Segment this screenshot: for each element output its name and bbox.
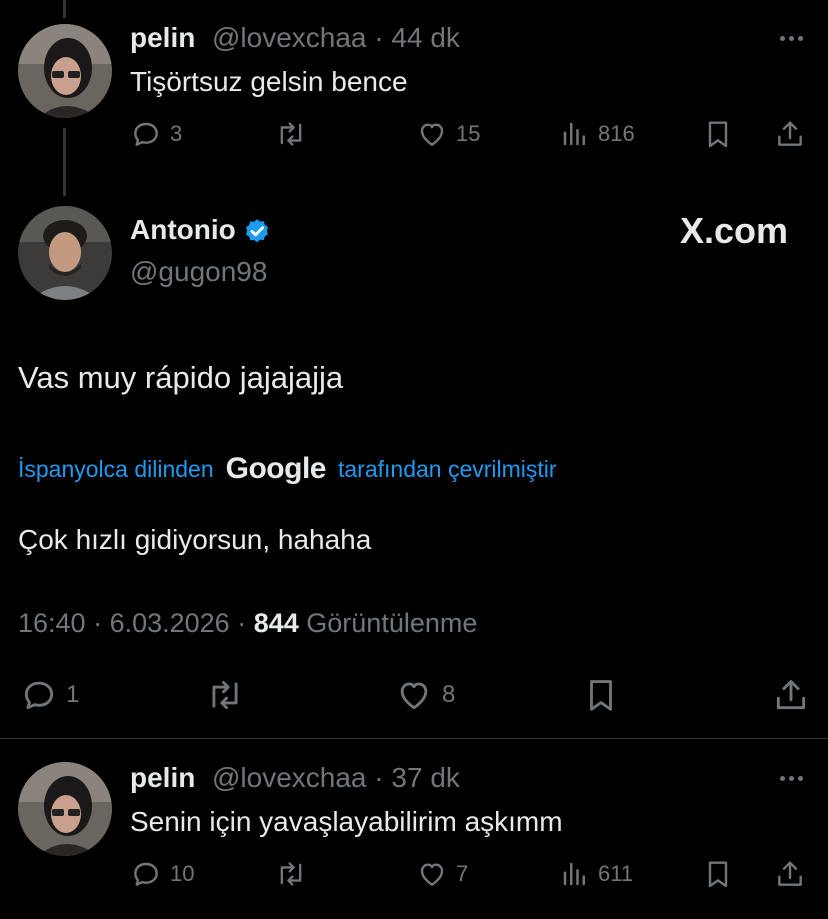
bookmark-button[interactable] bbox=[702, 118, 734, 150]
view-count: 611 bbox=[598, 861, 634, 886]
like-count: 7 bbox=[456, 861, 469, 886]
author-name-row: Antonio bbox=[130, 214, 272, 247]
tweet-text: Vas muy rápido jajajajja bbox=[18, 360, 344, 395]
tweet-text: Tişörtsuz gelsin bence bbox=[130, 66, 408, 97]
author-name[interactable]: pelin bbox=[130, 762, 195, 794]
author-handle[interactable]: @lovexchaa bbox=[212, 22, 367, 53]
bookmark-icon bbox=[708, 861, 728, 888]
heart-icon bbox=[420, 123, 444, 146]
views-icon bbox=[563, 862, 585, 886]
avatar[interactable] bbox=[18, 762, 112, 856]
heart-icon bbox=[400, 682, 428, 710]
tweet-text: Senin için yavaşlayabilirim aşkımm bbox=[130, 806, 563, 837]
google-logo: Google bbox=[225, 452, 327, 485]
bookmark-button[interactable] bbox=[702, 858, 734, 890]
author-handle[interactable]: @gugon98 bbox=[130, 256, 267, 288]
reply-button[interactable]: 1 bbox=[20, 676, 79, 714]
meta-separator: · bbox=[366, 762, 392, 793]
more-icon[interactable] bbox=[774, 772, 808, 784]
bookmark-icon bbox=[708, 121, 728, 148]
translated-text: Çok hızlı gidiyorsun, hahaha bbox=[18, 524, 372, 555]
like-button[interactable]: 8 bbox=[394, 676, 455, 714]
tweet-meta: @lovexchaa · 37 dk bbox=[212, 762, 460, 794]
views-icon bbox=[563, 122, 585, 146]
views-button[interactable]: 611 bbox=[560, 858, 633, 890]
views-label: Görüntülenme bbox=[306, 608, 478, 638]
bookmark-button[interactable] bbox=[582, 676, 620, 714]
author-name[interactable]: pelin bbox=[130, 22, 195, 54]
share-button[interactable] bbox=[774, 858, 806, 890]
retweet-icon bbox=[212, 680, 238, 710]
reply-count: 3 bbox=[170, 121, 183, 146]
reply-icon bbox=[24, 681, 54, 710]
retweet-icon bbox=[280, 862, 302, 886]
retweet-button[interactable] bbox=[274, 118, 308, 150]
translation-attribution[interactable]: İspanyolca dilinden Google tarafından çe… bbox=[18, 452, 557, 486]
view-count: 816 bbox=[598, 121, 635, 146]
thread-line-bottom bbox=[63, 128, 66, 196]
reply-count: 10 bbox=[170, 861, 195, 886]
meta-separator: · bbox=[366, 22, 392, 53]
share-icon bbox=[778, 861, 802, 886]
share-icon bbox=[776, 680, 806, 710]
avatar[interactable] bbox=[18, 206, 112, 300]
tweet-time[interactable]: 16:40 bbox=[18, 608, 86, 638]
verified-badge-icon[interactable] bbox=[242, 217, 272, 247]
bookmark-icon bbox=[590, 680, 612, 711]
retweet-icon bbox=[280, 122, 302, 146]
tweet-time[interactable]: 37 dk bbox=[391, 762, 460, 793]
tweet-timestamp: 16:40 · 6.03.2026 · 844 Görüntülenme bbox=[18, 608, 477, 639]
retweet-button[interactable] bbox=[274, 858, 308, 890]
share-button[interactable] bbox=[772, 676, 810, 714]
share-button[interactable] bbox=[774, 118, 806, 150]
reply-count: 1 bbox=[66, 681, 80, 708]
like-button[interactable]: 7 bbox=[416, 858, 468, 890]
x-com-watermark: X.com bbox=[679, 210, 788, 251]
heart-icon bbox=[420, 863, 444, 886]
like-button[interactable]: 15 bbox=[416, 118, 480, 150]
views-count: 844 bbox=[253, 608, 299, 638]
tweet-time[interactable]: 44 dk bbox=[391, 22, 460, 53]
tweet-meta: @lovexchaa · 44 dk bbox=[212, 22, 460, 54]
like-count: 15 bbox=[456, 121, 481, 146]
reply-button[interactable]: 10 bbox=[130, 858, 194, 890]
more-icon[interactable] bbox=[774, 32, 808, 44]
tweet-date[interactable]: 6.03.2026 bbox=[110, 608, 230, 638]
author-name[interactable]: Antonio bbox=[130, 214, 236, 245]
reply-icon bbox=[134, 122, 158, 146]
views-button[interactable]: 816 bbox=[560, 118, 635, 150]
retweet-button[interactable] bbox=[204, 676, 246, 714]
translation-provider-label[interactable]: tarafından çevrilmiştir bbox=[338, 456, 557, 483]
meta-separator: · bbox=[85, 608, 110, 638]
reply-button[interactable]: 3 bbox=[130, 118, 182, 150]
translation-source-label[interactable]: İspanyolca dilinden bbox=[18, 456, 214, 483]
divider bbox=[0, 738, 828, 739]
thread-line-top bbox=[63, 0, 66, 18]
share-icon bbox=[778, 121, 802, 146]
author-handle[interactable]: @lovexchaa bbox=[212, 762, 367, 793]
avatar[interactable] bbox=[18, 24, 112, 118]
like-count: 8 bbox=[442, 681, 456, 708]
reply-icon bbox=[134, 862, 158, 886]
meta-separator: · bbox=[229, 608, 254, 638]
